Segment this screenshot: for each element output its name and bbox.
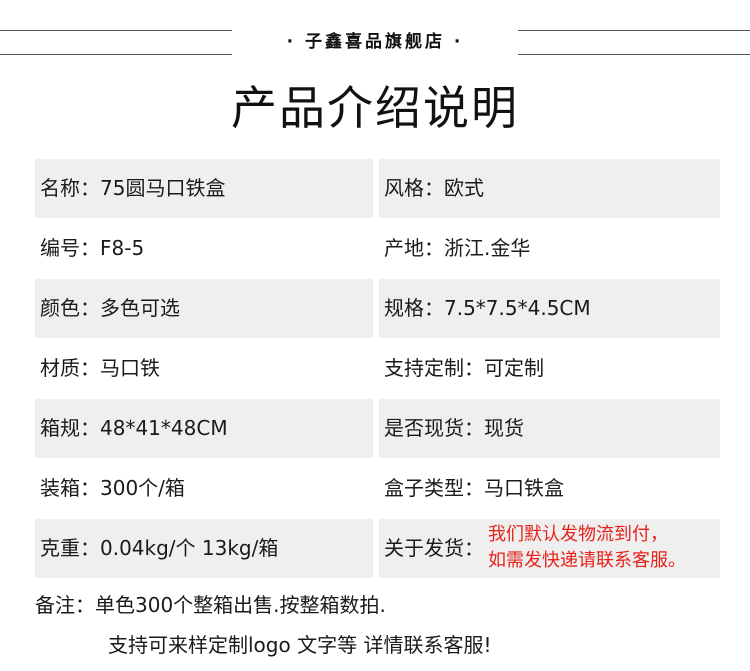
- spec-carton-size-value: 48*41*48CM: [100, 416, 228, 440]
- spec-in-stock-value: 现货: [484, 416, 524, 440]
- shop-header: · 子鑫喜品旗舰店 ·: [0, 30, 750, 56]
- remarks-separator: ：: [75, 593, 95, 617]
- spec-carton-size-separator: ：: [80, 416, 100, 440]
- spec-origin: 产地：浙江.金华: [379, 219, 720, 278]
- spec-packing-value: 300个/箱: [100, 476, 185, 500]
- spec-box-type-separator: ：: [464, 476, 484, 500]
- spec-size-separator: ：: [424, 296, 444, 320]
- spec-code-label: 编号: [40, 236, 80, 260]
- spec-custom-value: 可定制: [484, 356, 544, 380]
- shipping-note-line1: 我们默认发物流到付，: [488, 524, 668, 545]
- remarks-line2: 支持可来样定制logo 文字等 详情联系客服!: [108, 633, 492, 657]
- spec-code-value: F8-5: [100, 236, 145, 260]
- page-title: 产品介绍说明: [231, 81, 519, 135]
- spec-shipping-separator: ：: [464, 536, 484, 560]
- spec-carton-size: 箱规：48*41*48CM: [35, 399, 373, 458]
- spec-name: 名称：75圆马口铁盒: [35, 159, 373, 218]
- remarks-line1: 单色300个整箱出售.按整箱数拍.: [95, 593, 386, 617]
- spec-size-label: 规格: [384, 296, 424, 320]
- shipping-note-line2: 如需发快递请联系客服。: [488, 550, 686, 571]
- spec-color-label: 颜色: [40, 296, 80, 320]
- shop-name: · 子鑫喜品旗舰店 ·: [286, 32, 464, 52]
- spec-custom-separator: ：: [464, 356, 484, 380]
- spec-color-separator: ：: [80, 296, 100, 320]
- spec-origin-label: 产地: [384, 236, 424, 260]
- remarks-row-1: 备注：单色300个整箱出售.按整箱数拍.: [35, 585, 735, 625]
- spec-weight-label: 克重: [40, 536, 80, 560]
- spec-in-stock-separator: ：: [464, 416, 484, 440]
- spec-name-label: 名称: [40, 176, 80, 200]
- spec-material-separator: ：: [80, 356, 100, 380]
- spec-packing-separator: ：: [80, 476, 100, 500]
- remarks: 备注：单色300个整箱出售.按整箱数拍. 支持可来样定制logo 文字等 详情联…: [35, 585, 735, 665]
- spec-in-stock: 是否现货：现货: [379, 399, 720, 458]
- spec-in-stock-label: 是否现货: [384, 416, 464, 440]
- spec-size: 规格：7.5*7.5*4.5CM: [379, 279, 720, 338]
- spec-style: 风格：欧式: [379, 159, 720, 218]
- spec-size-value: 7.5*7.5*4.5CM: [444, 296, 591, 320]
- spec-origin-separator: ：: [424, 236, 444, 260]
- spec-style-label: 风格: [384, 176, 424, 200]
- remarks-row-2: 支持可来样定制logo 文字等 详情联系客服!: [35, 625, 735, 665]
- spec-material-label: 材质: [40, 356, 80, 380]
- spec-name-value: 75圆马口铁盒: [100, 176, 226, 200]
- shipping-note: 我们默认发物流到付， 如需发快递请联系客服。: [488, 522, 686, 574]
- spec-shipping: 关于发货： 我们默认发物流到付， 如需发快递请联系客服。: [379, 519, 720, 578]
- spec-box-type-label: 盒子类型: [384, 476, 464, 500]
- header-rule-left: [0, 30, 232, 55]
- spec-custom: 支持定制：可定制: [379, 339, 720, 398]
- remarks-label: 备注: [35, 593, 75, 617]
- spec-name-separator: ：: [80, 176, 100, 200]
- spec-material-value: 马口铁: [100, 356, 160, 380]
- spec-carton-size-label: 箱规: [40, 416, 80, 440]
- spec-packing: 装箱：300个/箱: [35, 459, 373, 518]
- spec-box-type: 盒子类型：马口铁盒: [379, 459, 720, 518]
- spec-style-value: 欧式: [444, 176, 484, 200]
- spec-weight: 克重：0.04kg/个 13kg/箱: [35, 519, 373, 578]
- spec-origin-value: 浙江.金华: [444, 236, 531, 260]
- spec-code: 编号：F8-5: [35, 219, 373, 278]
- spec-box-type-value: 马口铁盒: [484, 476, 564, 500]
- spec-color: 颜色：多色可选: [35, 279, 373, 338]
- spec-code-separator: ：: [80, 236, 100, 260]
- spec-weight-value: 0.04kg/个 13kg/箱: [100, 536, 279, 560]
- spec-material: 材质：马口铁: [35, 339, 373, 398]
- spec-custom-label: 支持定制: [384, 356, 464, 380]
- spec-shipping-label: 关于发货: [384, 536, 464, 560]
- header-rule-right: [518, 30, 750, 55]
- spec-color-value: 多色可选: [100, 296, 180, 320]
- spec-weight-separator: ：: [80, 536, 100, 560]
- spec-style-separator: ：: [424, 176, 444, 200]
- spec-packing-label: 装箱: [40, 476, 80, 500]
